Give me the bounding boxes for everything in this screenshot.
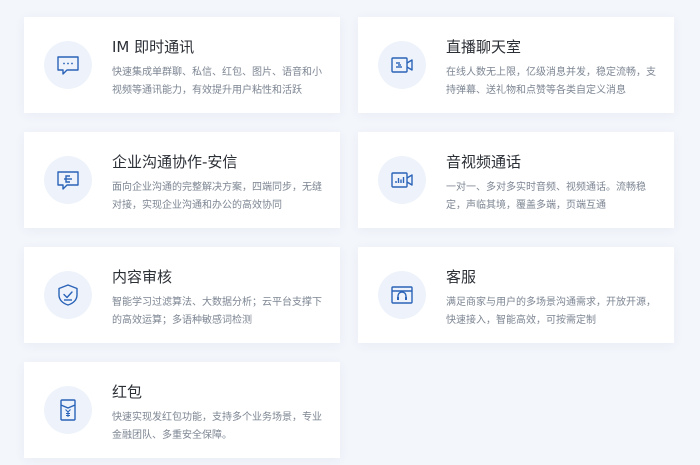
card-title: 直播聊天室 bbox=[446, 38, 522, 56]
card-red-packet[interactable]: 红包 快速实现发红包功能，支持多个业务场景，专业金融团队、多重安全保障。 bbox=[24, 362, 340, 458]
card-description: 快速集成单群聊、私信、红包、图片、语音和小视频等通讯能力，有效提升用户粘性和活跃 bbox=[112, 67, 322, 96]
enterprise-chat-icon bbox=[44, 156, 92, 204]
card-title: 客服 bbox=[446, 268, 477, 286]
card-description: 在线人数无上限，亿级消息并发，稳定流畅，支持弹幕、送礼物和点赞等各类自定义消息 bbox=[446, 67, 656, 96]
card-title: 内容审核 bbox=[112, 268, 173, 286]
card-title: 红包 bbox=[112, 383, 143, 401]
card-customer-service[interactable]: 客服 满足商家与用户的多场景沟通需求，开放开源，快速接入，智能高效，可按需定制 bbox=[358, 247, 674, 343]
card-description: 满足商家与用户的多场景沟通需求，开放开源，快速接入，智能高效，可按需定制 bbox=[446, 297, 656, 326]
customer-service-icon bbox=[378, 271, 426, 319]
card-description: 快速实现发红包功能，支持多个业务场景，专业金融团队、多重安全保障。 bbox=[112, 412, 322, 441]
card-live-chatroom[interactable]: 直播聊天室 在线人数无上限，亿级消息并发，稳定流畅，支持弹幕、送礼物和点赞等各类… bbox=[358, 17, 674, 113]
card-av-call[interactable]: 音视频通话 一对一、多对多实时音频、视频通话。流畅稳定，声临其境，覆盖多端，页端… bbox=[358, 132, 674, 228]
video-call-icon bbox=[378, 156, 426, 204]
card-description: 智能学习过滤算法、大数据分析；云平台支撑下的高效运算；多语种敏感词检测 bbox=[112, 297, 322, 326]
chat-bubble-icon bbox=[44, 41, 92, 89]
card-title: 音视频通话 bbox=[446, 153, 522, 171]
card-description: 面向企业沟通的完整解决方案，四端同步，无缝对接，实现企业沟通和办公的高效协同 bbox=[112, 182, 322, 211]
card-title: 企业沟通协作-安信 bbox=[112, 153, 238, 171]
card-enterprise-collab[interactable]: 企业沟通协作-安信 面向企业沟通的完整解决方案，四端同步，无缝对接，实现企业沟通… bbox=[24, 132, 340, 228]
live-camera-icon bbox=[378, 41, 426, 89]
card-description: 一对一、多对多实时音频、视频通话。流畅稳定，声临其境，覆盖多端，页端互通 bbox=[446, 182, 646, 211]
red-packet-icon bbox=[44, 386, 92, 434]
card-title: IM 即时通讯 bbox=[112, 38, 195, 56]
card-im[interactable]: IM 即时通讯 快速集成单群聊、私信、红包、图片、语音和小视频等通讯能力，有效提… bbox=[24, 17, 340, 113]
shield-check-icon bbox=[44, 271, 92, 319]
card-content-moderation[interactable]: 内容审核 智能学习过滤算法、大数据分析；云平台支撑下的高效运算；多语种敏感词检测 bbox=[24, 247, 340, 343]
